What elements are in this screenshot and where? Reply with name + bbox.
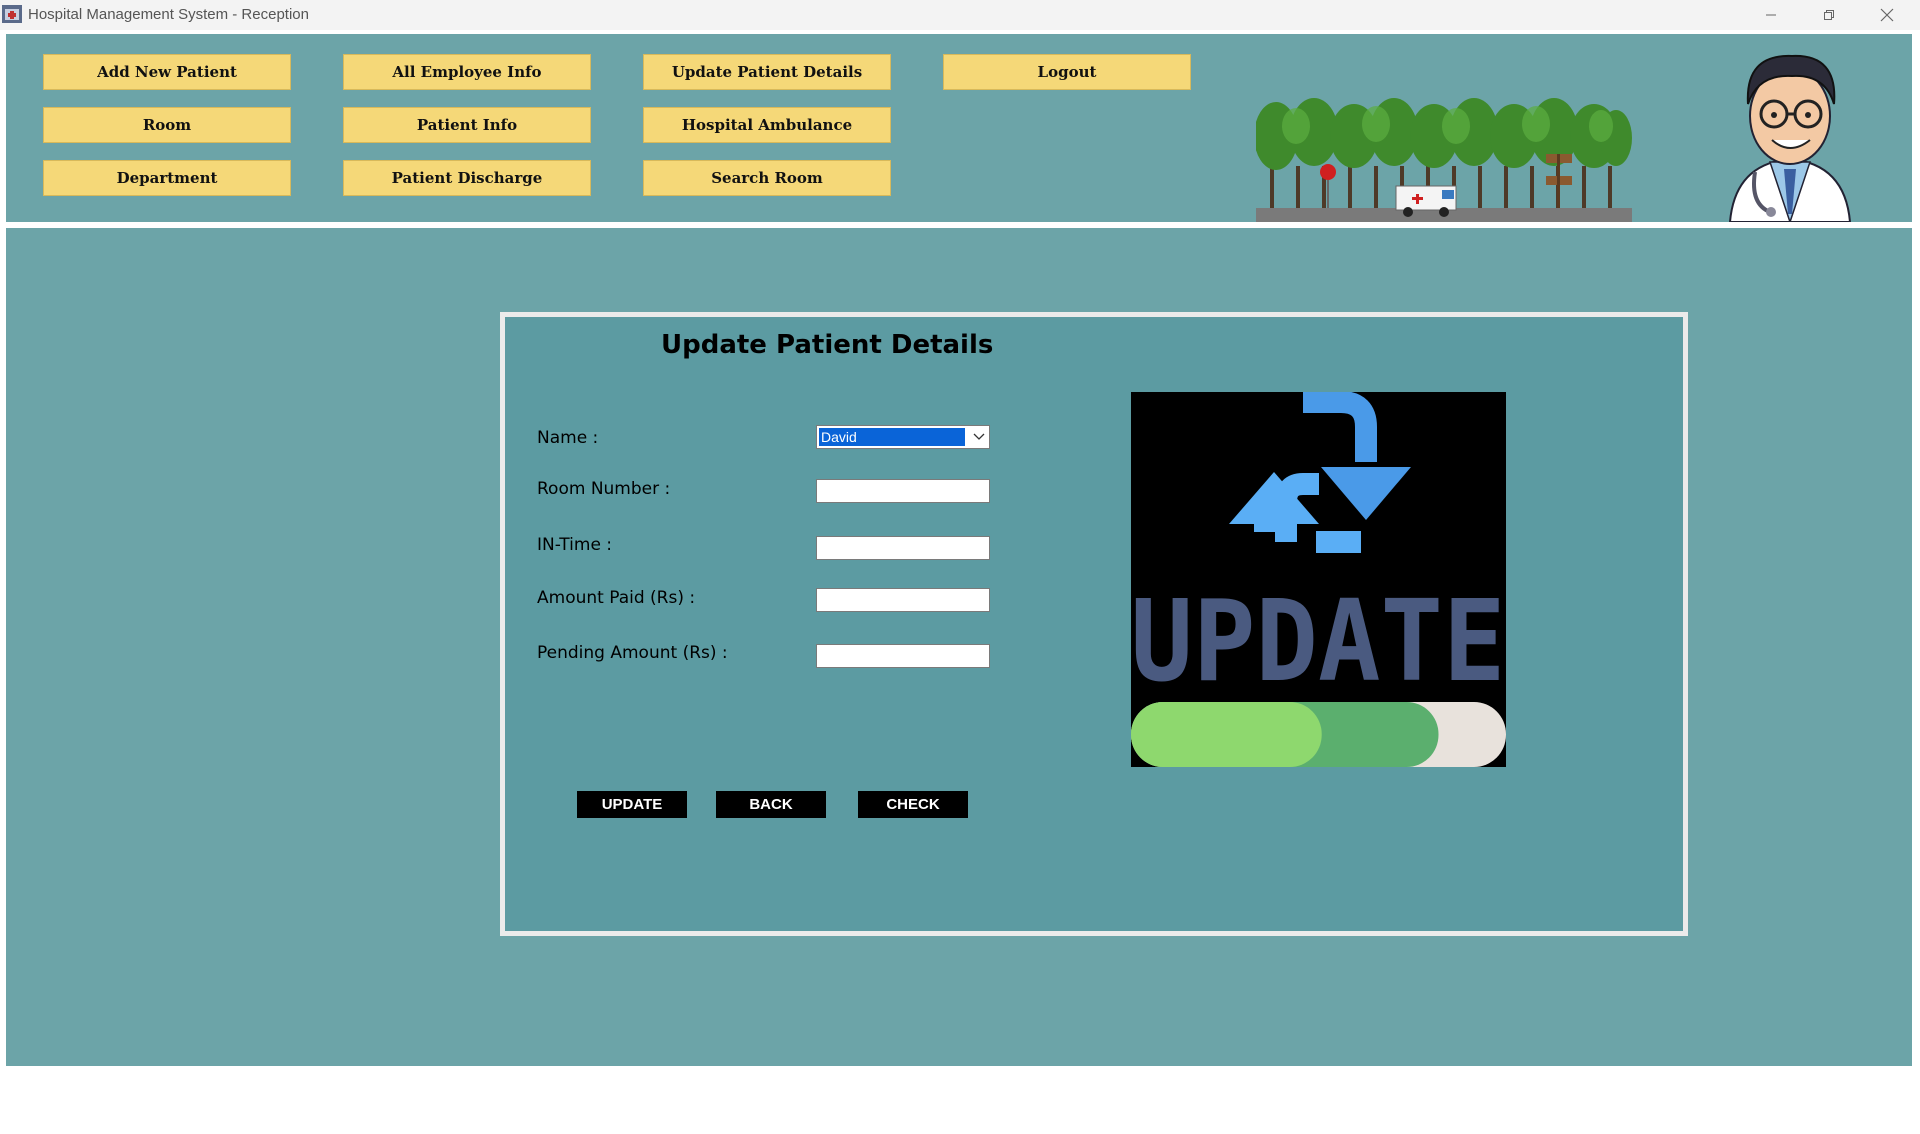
chevron-down-icon[interactable] (973, 432, 985, 442)
pending-amount-label: Pending Amount (Rs) : (537, 643, 728, 663)
name-select[interactable]: David (816, 425, 990, 449)
check-button[interactable]: CHECK (858, 791, 968, 818)
patient-info-button[interactable]: Patient Info (343, 107, 591, 143)
update-word: UPDATE (1131, 577, 1506, 707)
progress-fill-light (1131, 702, 1322, 767)
restore-button[interactable] (1800, 0, 1858, 30)
hospital-app-icon (2, 5, 22, 23)
name-label: Name : (537, 428, 599, 448)
close-icon (1880, 8, 1894, 22)
amount-paid-input[interactable] (816, 588, 990, 612)
update-patient-details-button[interactable]: Update Patient Details (643, 54, 891, 90)
ambulance-forest-image (1256, 98, 1632, 222)
restore-icon (1824, 10, 1834, 20)
doctor-avatar-image (1728, 54, 1852, 222)
amount-paid-label: Amount Paid (Rs) : (537, 588, 696, 608)
logout-button[interactable]: Logout (943, 54, 1191, 90)
form-title: Update Patient Details (661, 330, 994, 360)
back-button[interactable]: BACK (716, 791, 826, 818)
room-number-label: Room Number : (537, 479, 671, 499)
minimize-button[interactable] (1742, 0, 1800, 30)
close-button[interactable] (1858, 0, 1916, 30)
in-time-label: IN-Time : (537, 535, 613, 555)
department-button[interactable]: Department (43, 160, 291, 196)
pending-amount-input[interactable] (816, 644, 990, 668)
update-button[interactable]: UPDATE (577, 791, 687, 818)
name-select-value: David (819, 428, 965, 446)
room-number-input[interactable] (816, 479, 990, 503)
minimize-icon (1766, 14, 1776, 16)
window-title: Hospital Management System - Reception (28, 6, 309, 23)
search-room-button[interactable]: Search Room (643, 160, 891, 196)
title-bar: Hospital Management System - Reception (0, 0, 1920, 30)
all-employee-info-button[interactable]: All Employee Info (343, 54, 591, 90)
update-illustration: UPDATE (1131, 392, 1506, 767)
update-patient-form-card (500, 312, 1688, 936)
room-button[interactable]: Room (43, 107, 291, 143)
patient-discharge-button[interactable]: Patient Discharge (343, 160, 591, 196)
hospital-ambulance-button[interactable]: Hospital Ambulance (643, 107, 891, 143)
in-time-input[interactable] (816, 536, 990, 560)
add-new-patient-button[interactable]: Add New Patient (43, 54, 291, 90)
